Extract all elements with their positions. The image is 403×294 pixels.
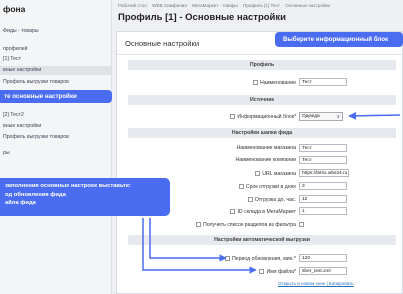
breadcrumb-item[interactable]: Рабочий стол <box>118 3 147 8</box>
sidebar-title: фона <box>3 4 26 14</box>
period-input[interactable]: 120 <box>299 254 347 262</box>
callout-select-infoblock: Выберите информационный блок <box>275 32 403 47</box>
ship-until-checkbox[interactable] <box>247 197 253 202</box>
callout-main-settings: те основные настройки <box>0 90 112 103</box>
sidebar-item-misc[interactable]: ры <box>0 149 111 157</box>
sidebar-item-export-profile-1[interactable]: Профиль выгрузки товаров <box>0 78 111 86</box>
section-feed-header: Настройки шапки фида <box>128 128 396 138</box>
sidebar-item-main-settings-1[interactable]: вные настройки <box>0 66 111 75</box>
url-checkbox[interactable] <box>255 171 261 176</box>
breadcrumb-item[interactable]: МегаМаркет - товары <box>192 3 238 8</box>
name-input[interactable]: Тест <box>299 78 347 86</box>
period-label: Период обновления, мин.* <box>168 255 296 262</box>
ship-term-input[interactable]: 3 <box>299 182 347 190</box>
shop-name-label: Наименование магазина <box>236 145 296 151</box>
section-autoexport: Настройки автоматической выгрузки <box>128 235 396 245</box>
divider <box>117 54 403 55</box>
period-checkbox[interactable] <box>224 256 230 261</box>
url-input[interactable]: https://bitrix.wbs24.ru <box>299 169 349 177</box>
warehouse-id-label: ID склада в МегаМаркет <box>168 208 296 215</box>
section-profile: Профиль <box>128 60 396 70</box>
warehouse-id-checkbox[interactable] <box>230 209 236 214</box>
breadcrumb: Рабочий стол WEB Симфония МегаМаркет - т… <box>118 3 334 8</box>
filename-input[interactable]: sber_test.xml <box>299 267 347 275</box>
infoblock-checkbox[interactable] <box>230 114 236 119</box>
callout-line: айла фида <box>5 200 36 207</box>
chevron-down-icon: ⇕ <box>336 114 340 119</box>
sidebar: фона Фиды - товары профилей [1] Тест вны… <box>0 0 112 294</box>
name-checkbox[interactable] <box>253 80 259 85</box>
ship-until-input[interactable]: 12 <box>299 195 347 203</box>
card-title: Основные настройки <box>125 39 200 48</box>
url-label: URL магазина <box>168 170 296 177</box>
shop-name-input[interactable]: Тест <box>299 144 347 152</box>
callout-autoexport-hint: заполнения основных настроек выставьте: … <box>0 178 170 216</box>
favorite-star-icon[interactable]: ☆ <box>274 13 282 24</box>
sidebar-item-export-profile-2[interactable]: Профиль выгрузки товаров <box>0 133 111 141</box>
infoblock-label: Информационный блок* <box>168 113 296 120</box>
breadcrumb-item[interactable]: Профиль [1] Тест <box>243 3 280 8</box>
sidebar-item-profile-2[interactable]: [2] Тест2 <box>0 111 111 119</box>
infoblock-select[interactable]: Одежда ⇕ <box>299 112 343 121</box>
sections-list-label: Получить список разделов из фильтра <box>168 221 296 228</box>
sidebar-item-main-settings-2[interactable]: вные настройки <box>0 122 111 130</box>
sidebar-item-feeds[interactable]: Фиды - товары <box>0 27 111 35</box>
sidebar-item-profiles[interactable]: профилей <box>0 45 111 53</box>
callout-line: заполнения основных настроек выставьте: <box>5 183 131 189</box>
breadcrumb-item[interactable]: WEB Симфония <box>152 3 187 8</box>
filename-checkbox[interactable] <box>259 269 265 274</box>
company-name-label: Наименование компании <box>235 157 296 163</box>
warehouse-id-input[interactable]: 1 <box>299 207 347 215</box>
company-name-input[interactable]: Тест <box>299 156 347 164</box>
name-label: Наименование <box>168 79 296 86</box>
ship-until-label: Отгрузка до, час. <box>168 196 296 203</box>
page-title: Профиль [1] - Основные настройки <box>118 12 286 23</box>
breadcrumb-item: Основные настройки <box>285 3 331 8</box>
sidebar-item-profile-1[interactable]: [1] Тест <box>0 55 111 63</box>
copy-link[interactable]: Копировать <box>329 281 354 286</box>
sections-list-toggle[interactable] <box>299 222 304 227</box>
open-new-window-link[interactable]: Открыть в новом окне | Копировать <box>278 281 354 286</box>
ship-term-label: Срок отгрузки в днях <box>168 183 296 190</box>
callout-line: од обновления фида <box>5 191 66 198</box>
section-source: Источник <box>128 95 396 105</box>
sections-list-checkbox[interactable] <box>195 222 201 227</box>
ship-term-checkbox[interactable] <box>238 184 244 189</box>
filename-label: Имя файла* <box>168 268 296 275</box>
